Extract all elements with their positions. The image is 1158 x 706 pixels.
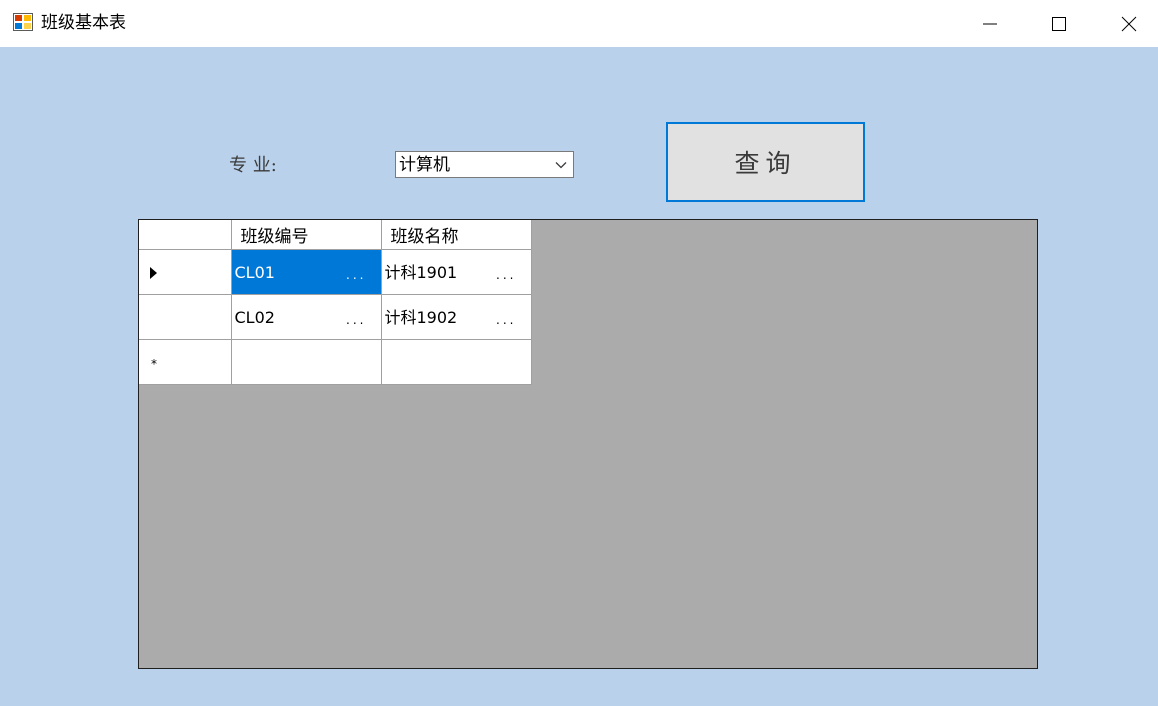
grid-header-row: 班级编号 班级名称 [139,220,532,250]
grid-cell-class-id[interactable]: CL02 ... [231,294,382,340]
app-window: 班级基本表 专 业: 计算机 查询 班级编号 班级名称 CL01 ... 计科1… [0,0,1158,706]
chevron-down-icon[interactable] [554,158,568,172]
grid-table: 班级编号 班级名称 CL01 ... 计科1901 ... CL02 ... 计… [139,220,532,385]
form-client-area: 专 业: 计算机 查询 班级编号 班级名称 CL01 ... 计科1901 ..… [0,47,1158,706]
query-button[interactable]: 查询 [666,122,865,202]
cell-text: 计科1902 [384,307,458,327]
row-header[interactable]: * [139,339,232,385]
major-select-value: 计算机 [399,155,450,175]
major-label: 专 业: [229,155,277,176]
cell-ellipsis: ... [346,267,367,282]
cell-text: 计科1901 [384,262,458,282]
grid-cell-class-id[interactable] [231,339,382,385]
maximize-button[interactable] [1024,0,1094,47]
column-header-class-name[interactable]: 班级名称 [381,220,532,250]
grid-corner-header[interactable] [139,220,232,250]
cell-text: CL02 [234,307,275,327]
cell-ellipsis: ... [496,267,517,282]
grid-cell-class-name[interactable]: 计科1902 ... [381,294,532,340]
close-button[interactable] [1094,0,1158,47]
minimize-icon [983,23,997,24]
close-icon [1121,16,1137,31]
new-row-asterisk-icon: * [151,356,157,371]
cell-ellipsis: ... [496,312,517,327]
minimize-button[interactable] [955,0,1025,47]
table-row[interactable]: CL01 ... 计科1901 ... [139,249,532,295]
row-header[interactable] [139,249,232,295]
table-row[interactable]: CL02 ... 计科1902 ... [139,294,532,340]
app-icon [13,13,33,31]
major-select[interactable]: 计算机 [395,151,574,178]
current-row-arrow-icon [150,266,157,279]
window-title: 班级基本表 [41,13,126,33]
query-button-label: 查询 [734,149,797,178]
grid-cell-class-name[interactable]: 计科1901 ... [381,249,532,295]
column-header-class-id[interactable]: 班级编号 [231,220,382,250]
cell-text: CL01 [234,262,275,282]
cell-ellipsis: ... [346,312,367,327]
row-header[interactable] [139,294,232,340]
grid-cell-class-id[interactable]: CL01 ... [231,249,382,295]
class-data-grid[interactable]: 班级编号 班级名称 CL01 ... 计科1901 ... CL02 ... 计… [138,219,1038,669]
title-bar[interactable]: 班级基本表 [0,0,1158,47]
maximize-icon [1052,16,1066,31]
grid-cell-class-name[interactable] [381,339,532,385]
new-row[interactable]: * [139,339,532,385]
